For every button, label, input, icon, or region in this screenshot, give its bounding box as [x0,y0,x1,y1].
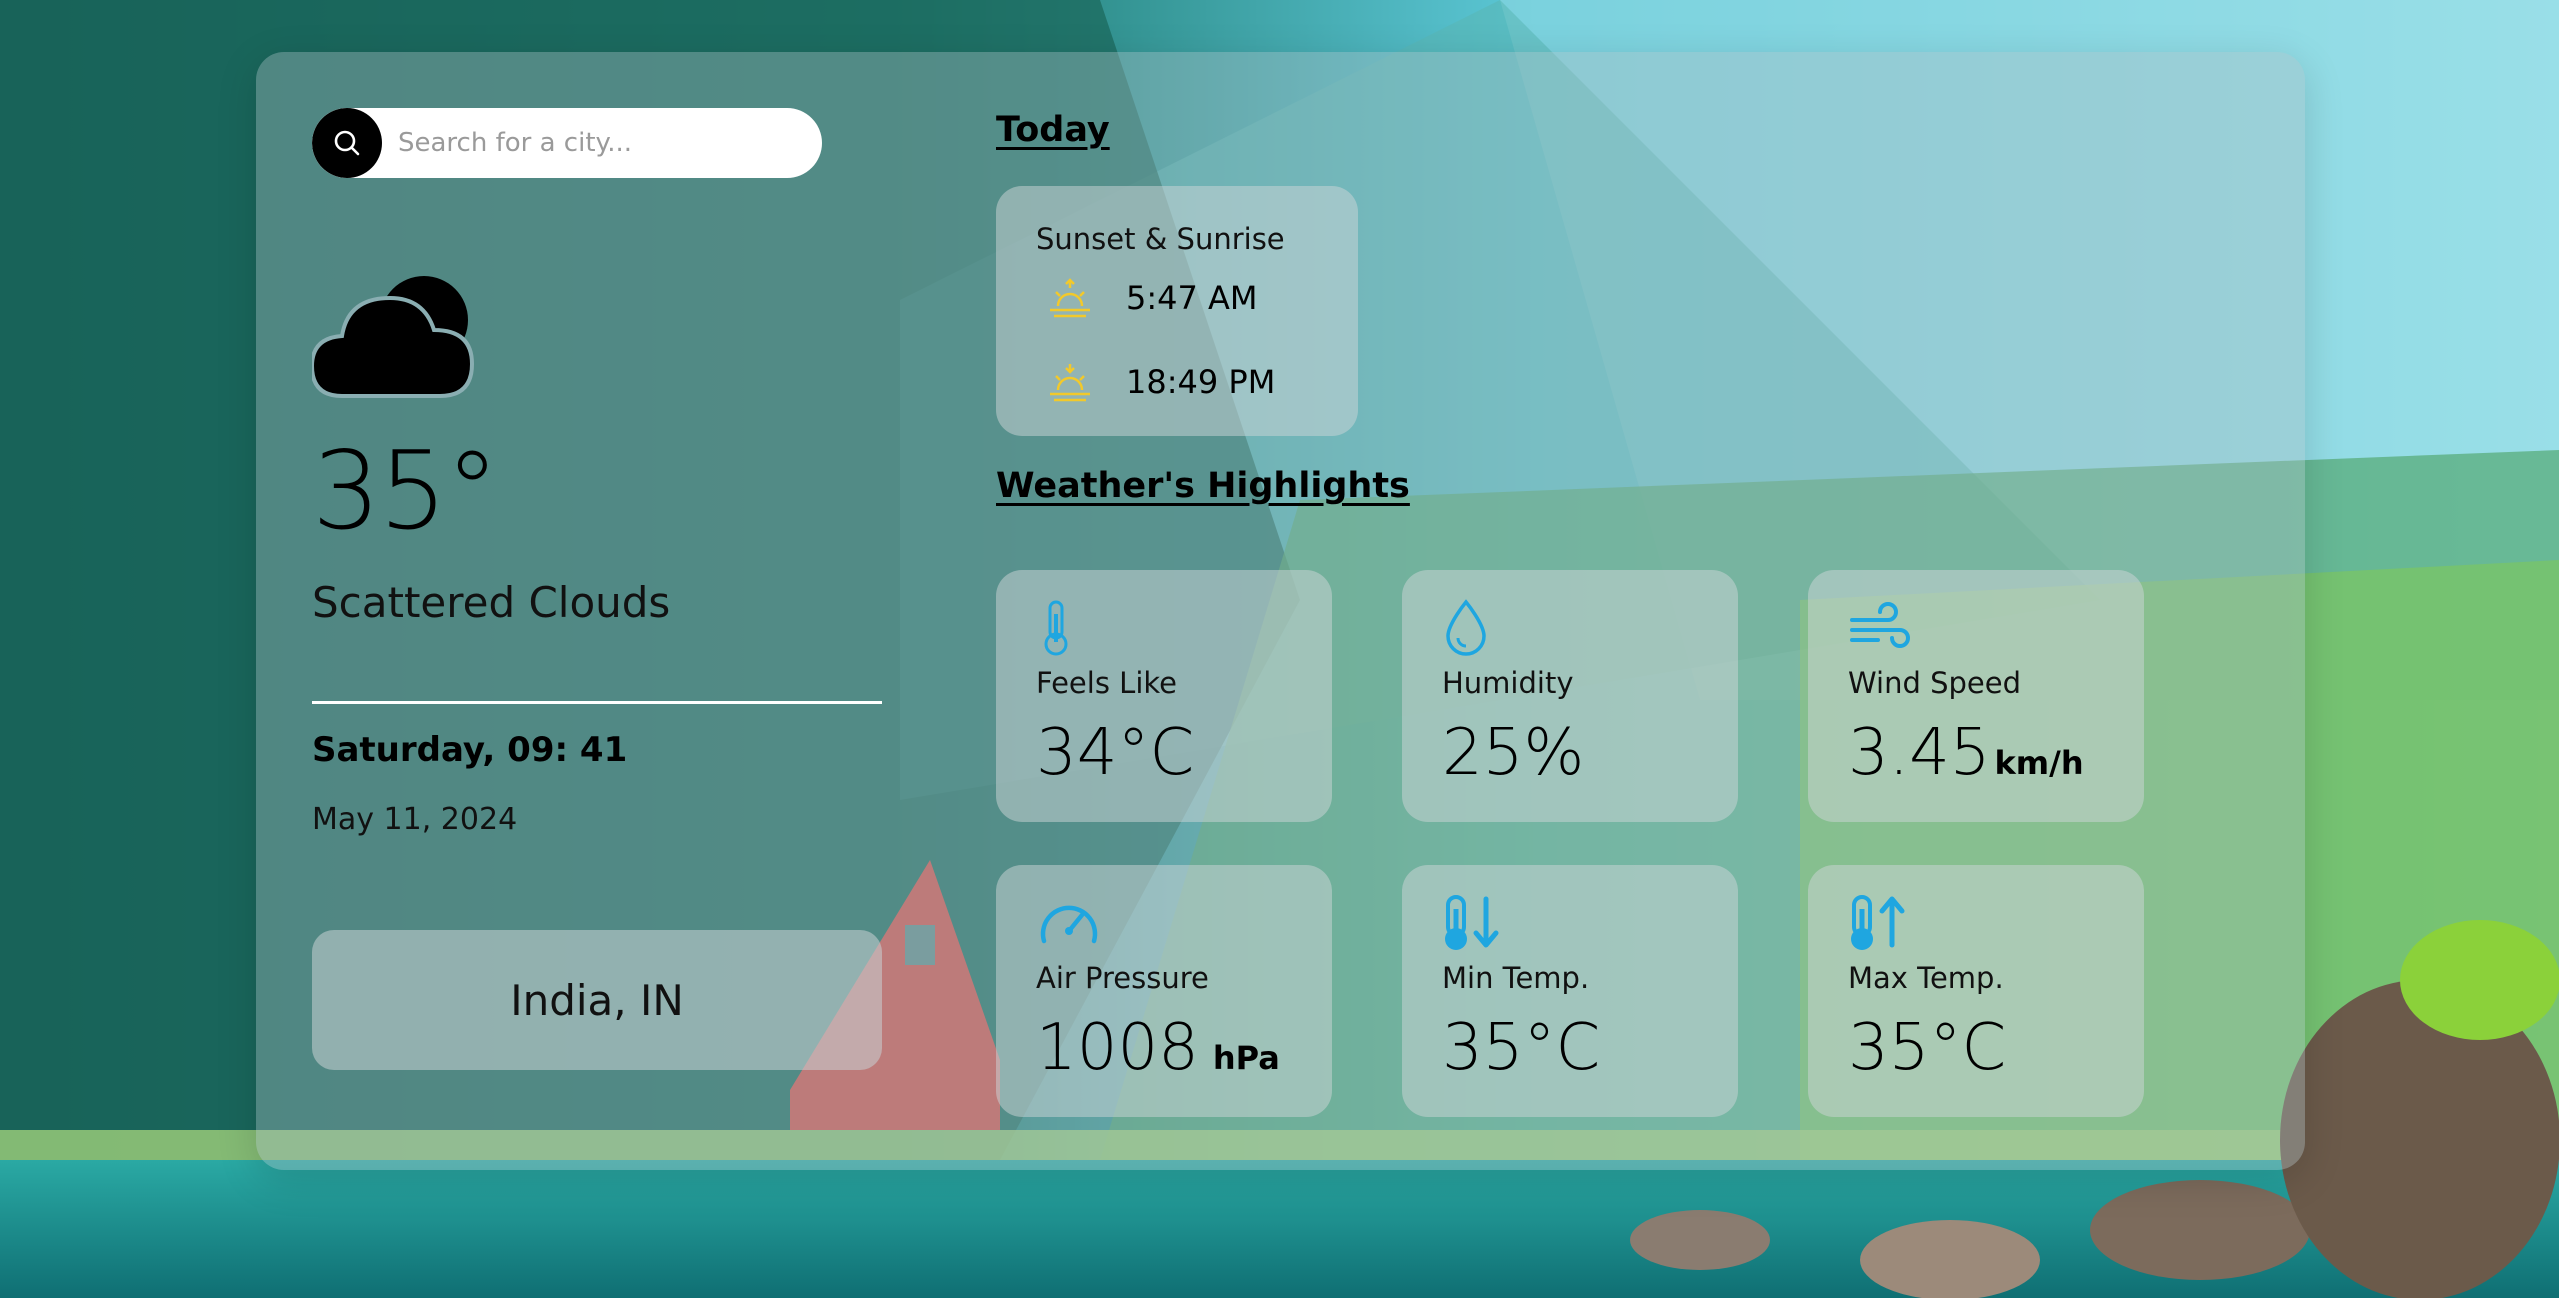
thermometer-icon [1036,598,1076,663]
location-card: India, IN [312,930,882,1070]
humidity-label: Humidity [1442,666,1574,700]
thermometer-down-icon [1442,893,1502,958]
air-pressure-card: Air Pressure 1008 hPa [996,865,1332,1117]
humidity-value: 25% [1442,716,1585,790]
cloud-weather-icon [309,268,484,403]
min-temp-value: 35°C [1442,1011,1601,1085]
search-button[interactable] [312,108,382,178]
day-time: Saturday, 09: 41 [312,730,628,770]
wind-speed-card: Wind Speed 3.45 km/h [1808,570,2144,822]
current-date: May 11, 2024 [312,802,518,837]
sunset-sunrise-card: Sunset & Sunrise 5:47 AM 18:49 PM [996,186,1358,436]
air-pressure-label: Air Pressure [1036,961,1209,995]
city-search-bar [312,108,822,178]
max-temp-label: Max Temp. [1848,961,2004,995]
feels-like-label: Feels Like [1036,666,1177,700]
sunrise-row: 5:47 AM [1048,278,1258,318]
feels-like-card: Feels Like 34°C [996,570,1332,822]
feels-like-value: 34°C [1036,716,1195,790]
current-temperature: 35° [312,429,499,554]
wind-speed-label: Wind Speed [1848,666,2022,700]
wind-speed-unit: km/h [1994,744,2084,782]
min-temp-card: Min Temp. 35°C [1402,865,1738,1117]
wind-speed-value: 3.45 km/h [1848,716,2084,790]
thermometer-up-icon [1848,893,1908,958]
sunset-time: 18:49 PM [1126,363,1276,401]
max-temp-value: 35°C [1848,1011,2007,1085]
humidity-card: Humidity 25% [1402,570,1738,822]
air-pressure-unit: hPa [1212,1039,1280,1077]
sunrise-icon [1050,278,1090,318]
highlights-heading: Weather's Highlights [996,466,1410,506]
gauge-icon [1036,893,1102,958]
air-pressure-number: 1008 [1036,1011,1199,1085]
water-drop-icon [1442,598,1490,663]
wind-speed-number: 3.45 [1848,716,1991,790]
air-pressure-value: 1008 hPa [1036,1011,1280,1085]
weather-condition: Scattered Clouds [312,578,671,627]
sun-card-title: Sunset & Sunrise [1036,222,1285,256]
sunset-icon [1050,364,1090,402]
today-heading: Today [996,110,1110,150]
sunrise-time: 5:47 AM [1126,279,1258,317]
city-search-input[interactable] [396,127,800,159]
divider [312,701,882,704]
max-temp-card: Max Temp. 35°C [1808,865,2144,1117]
sunset-row: 18:49 PM [1048,362,1275,402]
wind-icon [1848,598,1910,663]
search-icon [334,130,360,156]
min-temp-label: Min Temp. [1442,961,1590,995]
